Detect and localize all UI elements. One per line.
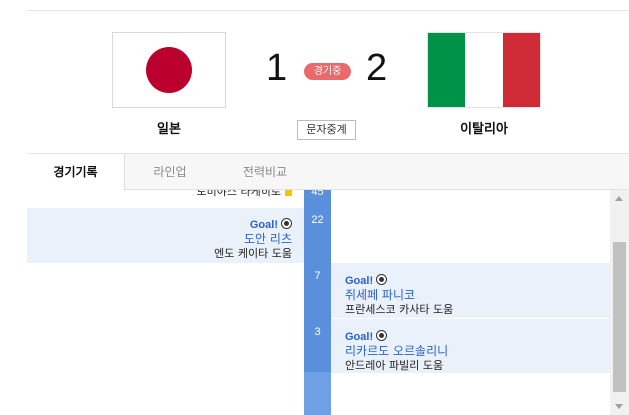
event-minute: 22	[311, 214, 324, 226]
event-minute: 45	[311, 190, 324, 198]
tab-lineup[interactable]: 라인업	[125, 154, 215, 190]
assist-text: 엔도 케이타 도움	[214, 247, 292, 260]
event-player-name: 토미야스 타케히로	[196, 190, 281, 198]
scroll-down-arrow-icon[interactable]	[610, 401, 629, 413]
tab-match-record[interactable]: 경기기록	[27, 154, 125, 191]
scrollbar[interactable]	[610, 190, 629, 415]
timeline-track-tail	[304, 372, 331, 415]
list-item: 토미야스 타케히로	[27, 190, 304, 204]
japan-flag	[112, 32, 226, 108]
goal-label: Goal!	[249, 219, 278, 231]
timeline-event-away-goal: Goal! 쥐세페 파니코 프란세스코 카사타 도움	[331, 263, 610, 318]
flag-white-band	[465, 33, 503, 107]
live-status-badge: 경기중	[304, 63, 351, 80]
away-team-name[interactable]: 이탈리아	[427, 118, 541, 137]
tab-bar: 경기기록 라인업 전력비교	[27, 153, 629, 191]
soccer-ball-icon	[281, 218, 292, 229]
scroll-thumb[interactable]	[613, 242, 626, 392]
assist-text: 안드레아 파빌리 도움	[345, 359, 444, 372]
event-minute: 3	[314, 326, 321, 338]
flag-sun-disc	[146, 47, 192, 93]
scroll-up-arrow-icon[interactable]	[610, 193, 629, 205]
scorer-name[interactable]: 도안 리츠	[27, 232, 292, 247]
away-score: 2	[366, 47, 388, 89]
goal-label: Goal!	[345, 275, 374, 287]
match-timeline: 토미야스 타케히로 45 Goal! 도안 리츠 엔도 케이타 도움 22 Go…	[27, 190, 610, 415]
yellow-card-icon	[285, 190, 292, 196]
goal-label: Goal!	[345, 331, 374, 343]
timeline-event-home-goal: Goal! 도안 리츠 엔도 케이타 도움	[27, 208, 304, 263]
event-minute: 7	[314, 270, 321, 282]
timeline-event-away-goal: Goal! 리카르도 오르솔리니 안드레아 파빌리 도움	[331, 319, 610, 373]
soccer-ball-icon	[376, 330, 388, 341]
home-score: 1	[266, 47, 288, 89]
scorer-name[interactable]: 리카르도 오르솔리니	[345, 344, 610, 359]
flag-red-band	[502, 33, 540, 107]
assist-text: 프란세스코 카사타 도움	[345, 303, 454, 316]
text-relay-button[interactable]: 문자중계	[297, 120, 356, 140]
tab-comparison[interactable]: 전력비교	[215, 154, 315, 190]
italy-flag	[427, 32, 541, 108]
soccer-ball-icon	[376, 274, 388, 285]
top-divider	[27, 10, 629, 11]
scorer-name[interactable]: 쥐세페 파니코	[345, 288, 610, 303]
home-team-name[interactable]: 일본	[112, 118, 226, 137]
flag-green-band	[428, 33, 466, 107]
